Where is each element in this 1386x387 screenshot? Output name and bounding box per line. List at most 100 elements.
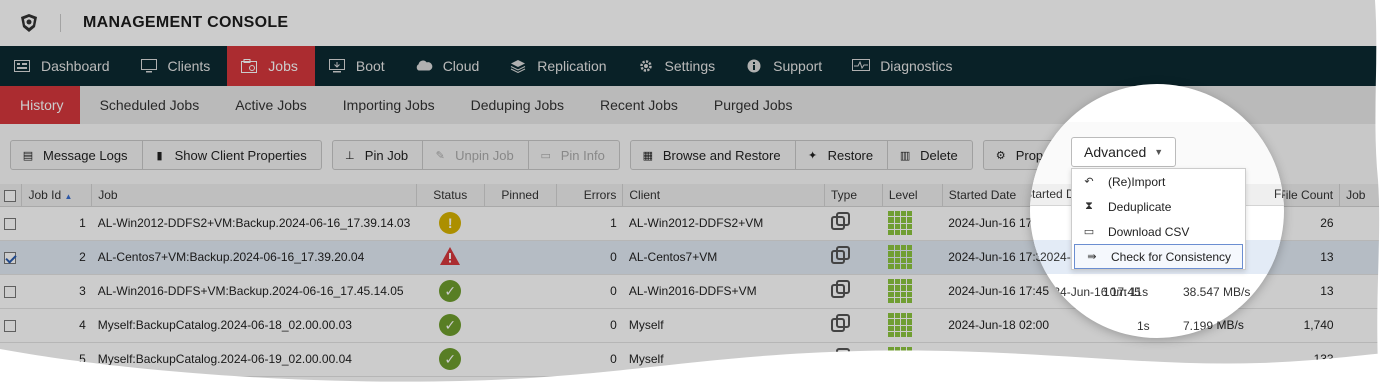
nav-settings[interactable]: Settings <box>624 46 733 86</box>
magnified-region: Started Date File Count 2024-Jun-16 17:3… <box>1030 84 1284 338</box>
select-all-header[interactable] <box>0 184 23 207</box>
column-header-job-id[interactable]: Job Id ▲ <box>21 184 93 207</box>
status-warning-icon: ! <box>439 212 462 234</box>
show-client-properties-button[interactable]: ▮ Show Client Properties <box>143 141 321 169</box>
comment-icon: ▭ <box>540 149 551 162</box>
button-label: Pin Info <box>560 147 605 163</box>
column-header-type[interactable]: Type <box>824 184 883 207</box>
nav-label: Boot <box>355 58 385 74</box>
row-checkbox[interactable] <box>4 217 16 230</box>
row-select-cell[interactable] <box>0 240 22 275</box>
column-header-job[interactable]: Job <box>91 184 417 207</box>
nav-jobs[interactable]: Jobs <box>227 46 315 86</box>
header-label: Job Id <box>28 187 62 202</box>
select-all-checkbox[interactable] <box>4 189 16 202</box>
cell-job: AL-Centos7+VM:Backup.2024-06-16_17.39.20… <box>91 240 417 275</box>
advanced-button[interactable]: Advanced ▼ <box>1071 137 1177 167</box>
backup-type-icon <box>830 245 850 264</box>
lens-row3-rate: 38.547 MB/s <box>1183 285 1251 299</box>
tab-deduping-jobs[interactable]: Deduping Jobs <box>451 86 580 124</box>
row-checkbox[interactable] <box>4 319 16 332</box>
pin-job-button[interactable]: ⊥ Pin Job <box>333 141 424 169</box>
column-header-level[interactable]: Level <box>882 184 943 207</box>
menu-item-check-consistency[interactable]: ⇛ Check for Consistency <box>1074 244 1243 269</box>
level-full-icon <box>888 245 913 269</box>
pin-info-button[interactable]: ▭ Pin Info <box>529 141 619 169</box>
tab-importing-jobs[interactable]: Importing Jobs <box>323 86 451 124</box>
restore-button[interactable]: ✦ Restore <box>796 141 889 169</box>
cell-status <box>416 240 485 275</box>
cell-client: AL-Centos7+VM <box>622 240 825 275</box>
nav-replication[interactable]: Replication <box>496 46 623 86</box>
cell-type <box>824 240 883 275</box>
menu-label: Deduplicate <box>1108 199 1172 214</box>
cell-job-id: 3 <box>21 274 92 309</box>
monitor-icon <box>140 58 158 74</box>
nav-support[interactable]: Support <box>732 46 839 86</box>
restore-icon: ✦ <box>807 149 818 162</box>
nav-cloud[interactable]: Cloud <box>402 46 497 86</box>
pulse-icon <box>852 58 871 74</box>
torn-edge-bottom <box>0 349 1386 387</box>
menu-item-download-csv[interactable]: ▭ Download CSV <box>1072 219 1245 244</box>
cell-pinned <box>484 206 556 241</box>
cell-client: AL-Win2012-DDFS2+VM <box>622 206 825 241</box>
nav-boot[interactable]: Boot <box>315 46 402 86</box>
sort-ascending-icon: ▲ <box>64 191 73 201</box>
check-arrow-icon: ⇛ <box>1087 251 1097 263</box>
magnifier-lens: Started Date File Count 2024-Jun-16 17:3… <box>1030 84 1284 338</box>
status-ok-icon: ✓ <box>439 280 462 302</box>
row-checkbox[interactable] <box>4 285 16 298</box>
row-checkbox[interactable] <box>4 251 16 264</box>
advanced-dropdown[interactable]: Advanced ▼ <box>1071 137 1177 167</box>
nav-label: Settings <box>664 58 716 74</box>
row-select-cell[interactable] <box>0 274 22 309</box>
nav-label: Jobs <box>268 58 298 74</box>
nav-diagnostics[interactable]: Diagnostics <box>839 46 969 86</box>
trash-icon: ▥ <box>899 149 911 162</box>
tab-purged-jobs[interactable]: Purged Jobs <box>694 86 809 124</box>
backup-type-icon <box>830 211 850 230</box>
menu-label: Check for Consistency <box>1111 249 1232 264</box>
tab-active-jobs[interactable]: Active Jobs <box>215 86 323 124</box>
cell-job: AL-Win2016-DDFS+VM:Backup.2024-06-16_17.… <box>91 274 417 309</box>
advanced-label: Advanced <box>1084 144 1147 160</box>
pin-button-group: ⊥ Pin Job ✎ Unpin Job ▭ Pin Info <box>331 140 620 170</box>
unpin-job-button[interactable]: ✎ Unpin Job <box>423 141 529 169</box>
info-icon <box>745 58 763 74</box>
gear-icon <box>637 58 655 74</box>
boot-icon <box>328 58 346 74</box>
button-label: Browse and Restore <box>662 147 781 163</box>
nav-dashboard[interactable]: Dashboard <box>0 46 127 86</box>
cell-job-id: 2 <box>21 240 92 275</box>
csv-icon: ▭ <box>1083 226 1095 238</box>
list-icon: ▤ <box>22 149 34 162</box>
tab-recent-jobs[interactable]: Recent Jobs <box>580 86 694 124</box>
restore-button-group: ▦ Browse and Restore ✦ Restore ▥ Delete <box>629 140 973 170</box>
level-full-icon <box>888 211 913 235</box>
menu-item-deduplicate[interactable]: ⧗ Deduplicate <box>1072 194 1245 219</box>
tab-history[interactable]: History <box>0 86 80 124</box>
column-header-client[interactable]: Client <box>622 184 825 207</box>
undo-icon: ↶ <box>1084 176 1094 188</box>
column-header-pinned[interactable]: Pinned <box>484 184 557 207</box>
nav-clients[interactable]: Clients <box>127 46 228 86</box>
lens-row4-rate: 7.199 MB/s <box>1183 319 1244 333</box>
row-select-cell[interactable] <box>0 206 22 241</box>
message-logs-button[interactable]: ▤ Message Logs <box>11 141 143 169</box>
menu-item-reimport[interactable]: ↶ (Re)Import <box>1072 169 1245 194</box>
document-icon: ▮ <box>156 149 163 162</box>
column-header-status[interactable]: Status <box>416 184 485 207</box>
advanced-menu: ↶ (Re)Import ⧗ Deduplicate ▭ Download CSV ⇛… <box>1071 168 1246 270</box>
lens-file-count-header: File Count <box>1274 187 1284 201</box>
browse-and-restore-button[interactable]: ▦ Browse and Restore <box>631 141 796 169</box>
delete-button[interactable]: ▥ Delete <box>888 141 972 169</box>
backup-type-icon <box>830 313 850 332</box>
menu-label: (Re)Import <box>1108 174 1166 189</box>
column-header-errors[interactable]: Errors <box>556 184 624 207</box>
cell-status: ! <box>416 206 485 241</box>
tab-scheduled-jobs[interactable]: Scheduled Jobs <box>80 86 216 124</box>
layers-icon <box>509 58 527 74</box>
cell-status: ✓ <box>416 274 485 309</box>
nav-label: Clients <box>167 58 211 74</box>
